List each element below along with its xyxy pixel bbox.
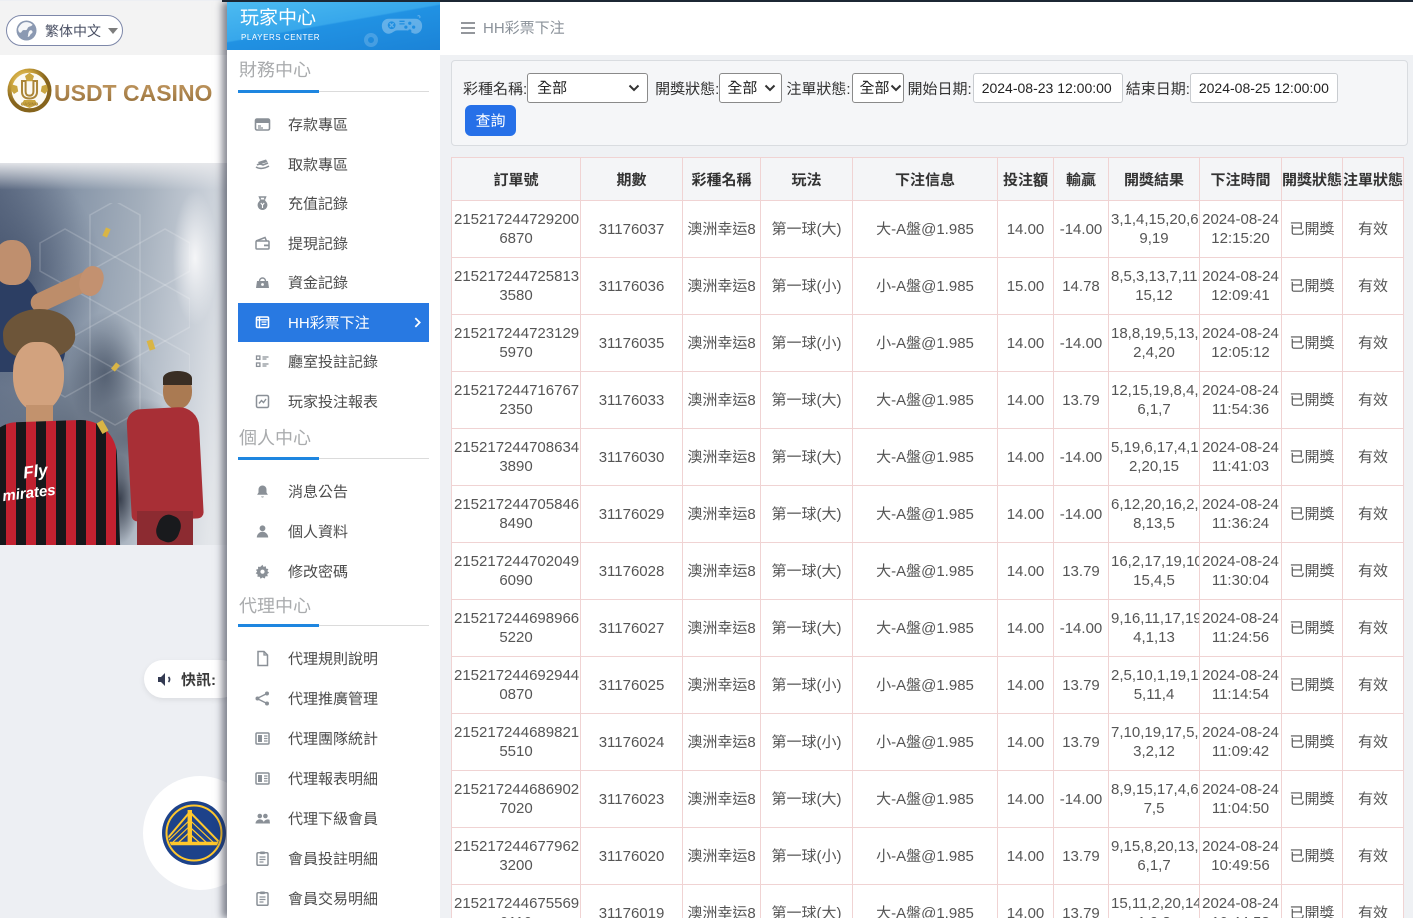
svg-text:CASINO: CASINO [21, 102, 39, 107]
svg-text:U: U [20, 77, 38, 105]
